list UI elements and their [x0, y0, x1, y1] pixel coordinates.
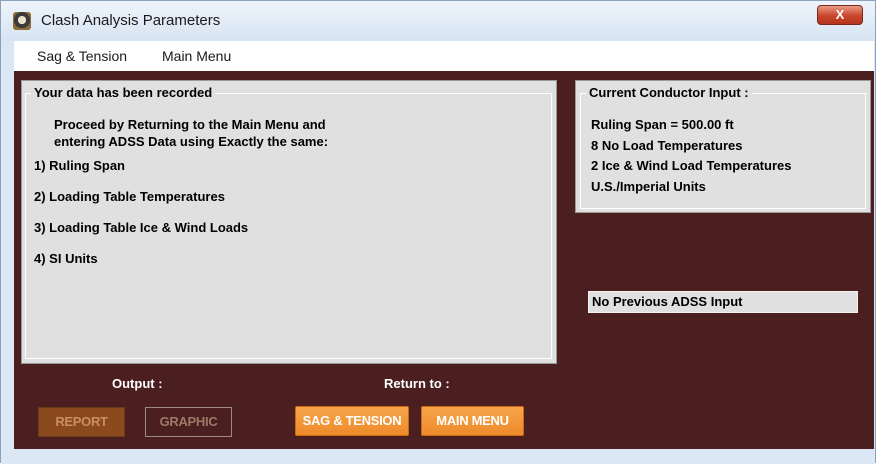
window-bottom-border — [1, 449, 875, 464]
recorded-legend: Your data has been recorded — [31, 85, 216, 100]
list-item-ruling-span: 1) Ruling Span — [34, 158, 125, 173]
title-bar: Clash Analysis Parameters X — [1, 1, 875, 41]
menu-sag-tension[interactable]: Sag & Tension — [37, 48, 127, 64]
graphic-button[interactable]: GRAPHIC — [145, 407, 232, 437]
menu-bar: Sag & Tension Main Menu — [14, 41, 874, 71]
menu-main-menu[interactable]: Main Menu — [162, 48, 231, 64]
app-window: Clash Analysis Parameters X Sag & Tensio… — [0, 0, 876, 464]
conductor-line-4: U.S./Imperial Units — [591, 179, 706, 194]
list-item-si-units: 4) SI Units — [34, 251, 98, 266]
window-title: Clash Analysis Parameters — [41, 12, 221, 29]
conductor-line-2: 8 No Load Temperatures — [591, 138, 743, 153]
conductor-legend: Current Conductor Input : — [586, 85, 752, 100]
client-area: Your data has been recorded Proceed by R… — [14, 71, 874, 449]
return-to-label: Return to : — [384, 376, 450, 391]
report-button[interactable]: REPORT — [38, 407, 125, 437]
recorded-panel: Your data has been recorded Proceed by R… — [21, 80, 557, 364]
main-menu-button[interactable]: MAIN MENU — [421, 406, 524, 436]
adss-status-box: No Previous ADSS Input — [588, 291, 858, 313]
list-item-ice-wind: 3) Loading Table Ice & Wind Loads — [34, 220, 249, 235]
output-label: Output : — [112, 376, 163, 391]
sag-tension-button[interactable]: SAG & TENSION — [295, 406, 409, 436]
close-button[interactable]: X — [817, 5, 863, 25]
list-item-temperatures: 2) Loading Table Temperatures — [34, 189, 225, 204]
conductor-line-1: Ruling Span = 500.00 ft — [591, 117, 734, 132]
app-icon — [13, 12, 31, 30]
instruction-line-1: Proceed by Returning to the Main Menu an… — [54, 117, 326, 132]
instruction-line-2: entering ADSS Data using Exactly the sam… — [54, 134, 329, 149]
conductor-line-3: 2 Ice & Wind Load Temperatures — [591, 158, 792, 173]
conductor-input-panel: Current Conductor Input : Ruling Span = … — [575, 80, 871, 213]
